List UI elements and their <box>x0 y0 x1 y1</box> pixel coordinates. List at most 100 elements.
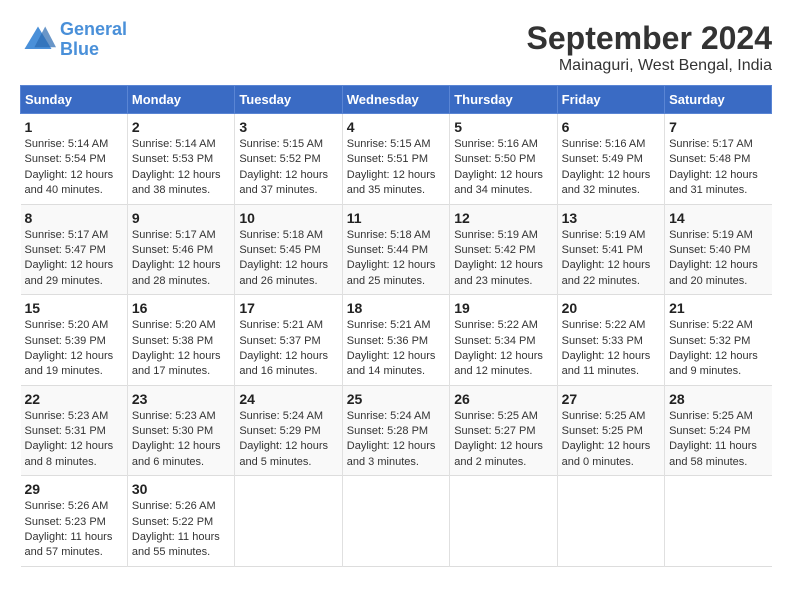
day-cell: 10 Sunrise: 5:18 AM Sunset: 5:45 PM Dayli… <box>235 204 342 295</box>
day-info: Sunrise: 5:16 AM Sunset: 5:49 PM Dayligh… <box>562 137 660 199</box>
day-cell: 13 Sunrise: 5:19 AM Sunset: 5:41 PM Dayli… <box>557 204 664 295</box>
day-cell: 25 Sunrise: 5:24 AM Sunset: 5:28 PM Dayli… <box>342 385 449 476</box>
day-number: 23 <box>132 391 230 407</box>
week-row-3: 15 Sunrise: 5:20 AM Sunset: 5:39 PM Dayli… <box>21 295 772 386</box>
day-cell: 15 Sunrise: 5:20 AM Sunset: 5:39 PM Dayli… <box>21 295 128 386</box>
logo: General Blue <box>20 20 127 60</box>
day-info: Sunrise: 5:20 AM Sunset: 5:38 PM Dayligh… <box>132 318 230 380</box>
day-info: Sunrise: 5:21 AM Sunset: 5:37 PM Dayligh… <box>239 318 337 380</box>
day-number: 17 <box>239 300 337 316</box>
day-cell: 24 Sunrise: 5:24 AM Sunset: 5:29 PM Dayli… <box>235 385 342 476</box>
day-cell: 11 Sunrise: 5:18 AM Sunset: 5:44 PM Dayli… <box>342 204 449 295</box>
day-number: 2 <box>132 119 230 135</box>
day-info: Sunrise: 5:18 AM Sunset: 5:45 PM Dayligh… <box>239 228 337 290</box>
day-cell: 29 Sunrise: 5:26 AM Sunset: 5:23 PM Dayli… <box>21 476 128 567</box>
day-number: 29 <box>25 481 123 497</box>
day-info: Sunrise: 5:17 AM Sunset: 5:46 PM Dayligh… <box>132 228 230 290</box>
day-info: Sunrise: 5:15 AM Sunset: 5:51 PM Dayligh… <box>347 137 445 199</box>
day-cell: 4 Sunrise: 5:15 AM Sunset: 5:51 PM Daylig… <box>342 114 449 205</box>
day-cell: 16 Sunrise: 5:20 AM Sunset: 5:38 PM Dayli… <box>127 295 234 386</box>
day-info: Sunrise: 5:25 AM Sunset: 5:27 PM Dayligh… <box>454 409 552 471</box>
day-info: Sunrise: 5:20 AM Sunset: 5:39 PM Dayligh… <box>25 318 123 380</box>
day-info: Sunrise: 5:26 AM Sunset: 5:23 PM Dayligh… <box>25 499 123 561</box>
day-cell <box>557 476 664 567</box>
day-info: Sunrise: 5:24 AM Sunset: 5:28 PM Dayligh… <box>347 409 445 471</box>
day-cell: 30 Sunrise: 5:26 AM Sunset: 5:22 PM Dayli… <box>127 476 234 567</box>
day-number: 24 <box>239 391 337 407</box>
day-cell <box>665 476 772 567</box>
day-number: 11 <box>347 210 445 226</box>
day-cell <box>235 476 342 567</box>
day-number: 30 <box>132 481 230 497</box>
col-tuesday: Tuesday <box>235 86 342 114</box>
week-row-4: 22 Sunrise: 5:23 AM Sunset: 5:31 PM Dayli… <box>21 385 772 476</box>
day-info: Sunrise: 5:22 AM Sunset: 5:32 PM Dayligh… <box>669 318 767 380</box>
day-info: Sunrise: 5:18 AM Sunset: 5:44 PM Dayligh… <box>347 228 445 290</box>
day-info: Sunrise: 5:25 AM Sunset: 5:24 PM Dayligh… <box>669 409 767 471</box>
col-saturday: Saturday <box>665 86 772 114</box>
day-cell: 2 Sunrise: 5:14 AM Sunset: 5:53 PM Daylig… <box>127 114 234 205</box>
day-cell <box>450 476 557 567</box>
day-info: Sunrise: 5:26 AM Sunset: 5:22 PM Dayligh… <box>132 499 230 561</box>
day-info: Sunrise: 5:17 AM Sunset: 5:48 PM Dayligh… <box>669 137 767 199</box>
day-info: Sunrise: 5:19 AM Sunset: 5:41 PM Dayligh… <box>562 228 660 290</box>
day-cell: 9 Sunrise: 5:17 AM Sunset: 5:46 PM Daylig… <box>127 204 234 295</box>
day-number: 3 <box>239 119 337 135</box>
day-cell: 14Sunrise: 5:19 AM Sunset: 5:40 PM Dayli… <box>665 204 772 295</box>
day-info: Sunrise: 5:22 AM Sunset: 5:33 PM Dayligh… <box>562 318 660 380</box>
day-cell: 18 Sunrise: 5:21 AM Sunset: 5:36 PM Dayli… <box>342 295 449 386</box>
day-info: Sunrise: 5:19 AM Sunset: 5:40 PM Dayligh… <box>669 228 767 290</box>
day-number: 4 <box>347 119 445 135</box>
day-number: 25 <box>347 391 445 407</box>
day-info: Sunrise: 5:23 AM Sunset: 5:31 PM Dayligh… <box>25 409 123 471</box>
day-info: Sunrise: 5:25 AM Sunset: 5:25 PM Dayligh… <box>562 409 660 471</box>
day-number: 21 <box>669 300 767 316</box>
day-number: 13 <box>562 210 660 226</box>
title-block: September 2024 Mainaguri, West Bengal, I… <box>527 20 772 75</box>
day-cell: 23 Sunrise: 5:23 AM Sunset: 5:30 PM Dayli… <box>127 385 234 476</box>
day-cell: 3 Sunrise: 5:15 AM Sunset: 5:52 PM Daylig… <box>235 114 342 205</box>
day-number: 9 <box>132 210 230 226</box>
day-number: 16 <box>132 300 230 316</box>
page-subtitle: Mainaguri, West Bengal, India <box>527 57 772 75</box>
day-cell: 27 Sunrise: 5:25 AM Sunset: 5:25 PM Dayli… <box>557 385 664 476</box>
week-row-2: 8Sunrise: 5:17 AM Sunset: 5:47 PM Daylig… <box>21 204 772 295</box>
day-number: 22 <box>25 391 123 407</box>
day-cell: 22 Sunrise: 5:23 AM Sunset: 5:31 PM Dayli… <box>21 385 128 476</box>
day-cell: 7Sunrise: 5:17 AM Sunset: 5:48 PM Daylig… <box>665 114 772 205</box>
day-cell: 5 Sunrise: 5:16 AM Sunset: 5:50 PM Daylig… <box>450 114 557 205</box>
day-info: Sunrise: 5:14 AM Sunset: 5:54 PM Dayligh… <box>25 137 123 199</box>
day-cell: 19Sunrise: 5:22 AM Sunset: 5:34 PM Dayli… <box>450 295 557 386</box>
day-cell: 26 Sunrise: 5:25 AM Sunset: 5:27 PM Dayli… <box>450 385 557 476</box>
day-number: 18 <box>347 300 445 316</box>
day-cell: 20 Sunrise: 5:22 AM Sunset: 5:33 PM Dayli… <box>557 295 664 386</box>
day-info: Sunrise: 5:21 AM Sunset: 5:36 PM Dayligh… <box>347 318 445 380</box>
day-number: 5 <box>454 119 552 135</box>
day-info: Sunrise: 5:19 AM Sunset: 5:42 PM Dayligh… <box>454 228 552 290</box>
day-number: 20 <box>562 300 660 316</box>
day-number: 28 <box>669 391 767 407</box>
day-info: Sunrise: 5:14 AM Sunset: 5:53 PM Dayligh… <box>132 137 230 199</box>
day-info: Sunrise: 5:16 AM Sunset: 5:50 PM Dayligh… <box>454 137 552 199</box>
day-cell: 1 Sunrise: 5:14 AM Sunset: 5:54 PM Daylig… <box>21 114 128 205</box>
col-sunday: Sunday <box>21 86 128 114</box>
day-info: Sunrise: 5:15 AM Sunset: 5:52 PM Dayligh… <box>239 137 337 199</box>
day-number: 27 <box>562 391 660 407</box>
day-info: Sunrise: 5:17 AM Sunset: 5:47 PM Dayligh… <box>25 228 123 290</box>
day-number: 26 <box>454 391 552 407</box>
week-row-5: 29 Sunrise: 5:26 AM Sunset: 5:23 PM Dayli… <box>21 476 772 567</box>
day-info: Sunrise: 5:22 AM Sunset: 5:34 PM Dayligh… <box>454 318 552 380</box>
col-wednesday: Wednesday <box>342 86 449 114</box>
logo-icon <box>20 22 56 58</box>
day-number: 15 <box>25 300 123 316</box>
day-number: 6 <box>562 119 660 135</box>
day-cell <box>342 476 449 567</box>
day-number: 1 <box>25 119 123 135</box>
day-info: Sunrise: 5:24 AM Sunset: 5:29 PM Dayligh… <box>239 409 337 471</box>
week-row-1: 1 Sunrise: 5:14 AM Sunset: 5:54 PM Daylig… <box>21 114 772 205</box>
col-thursday: Thursday <box>450 86 557 114</box>
header-row: Sunday Monday Tuesday Wednesday Thursday… <box>21 86 772 114</box>
day-number: 10 <box>239 210 337 226</box>
day-number: 12 <box>454 210 552 226</box>
day-info: Sunrise: 5:23 AM Sunset: 5:30 PM Dayligh… <box>132 409 230 471</box>
